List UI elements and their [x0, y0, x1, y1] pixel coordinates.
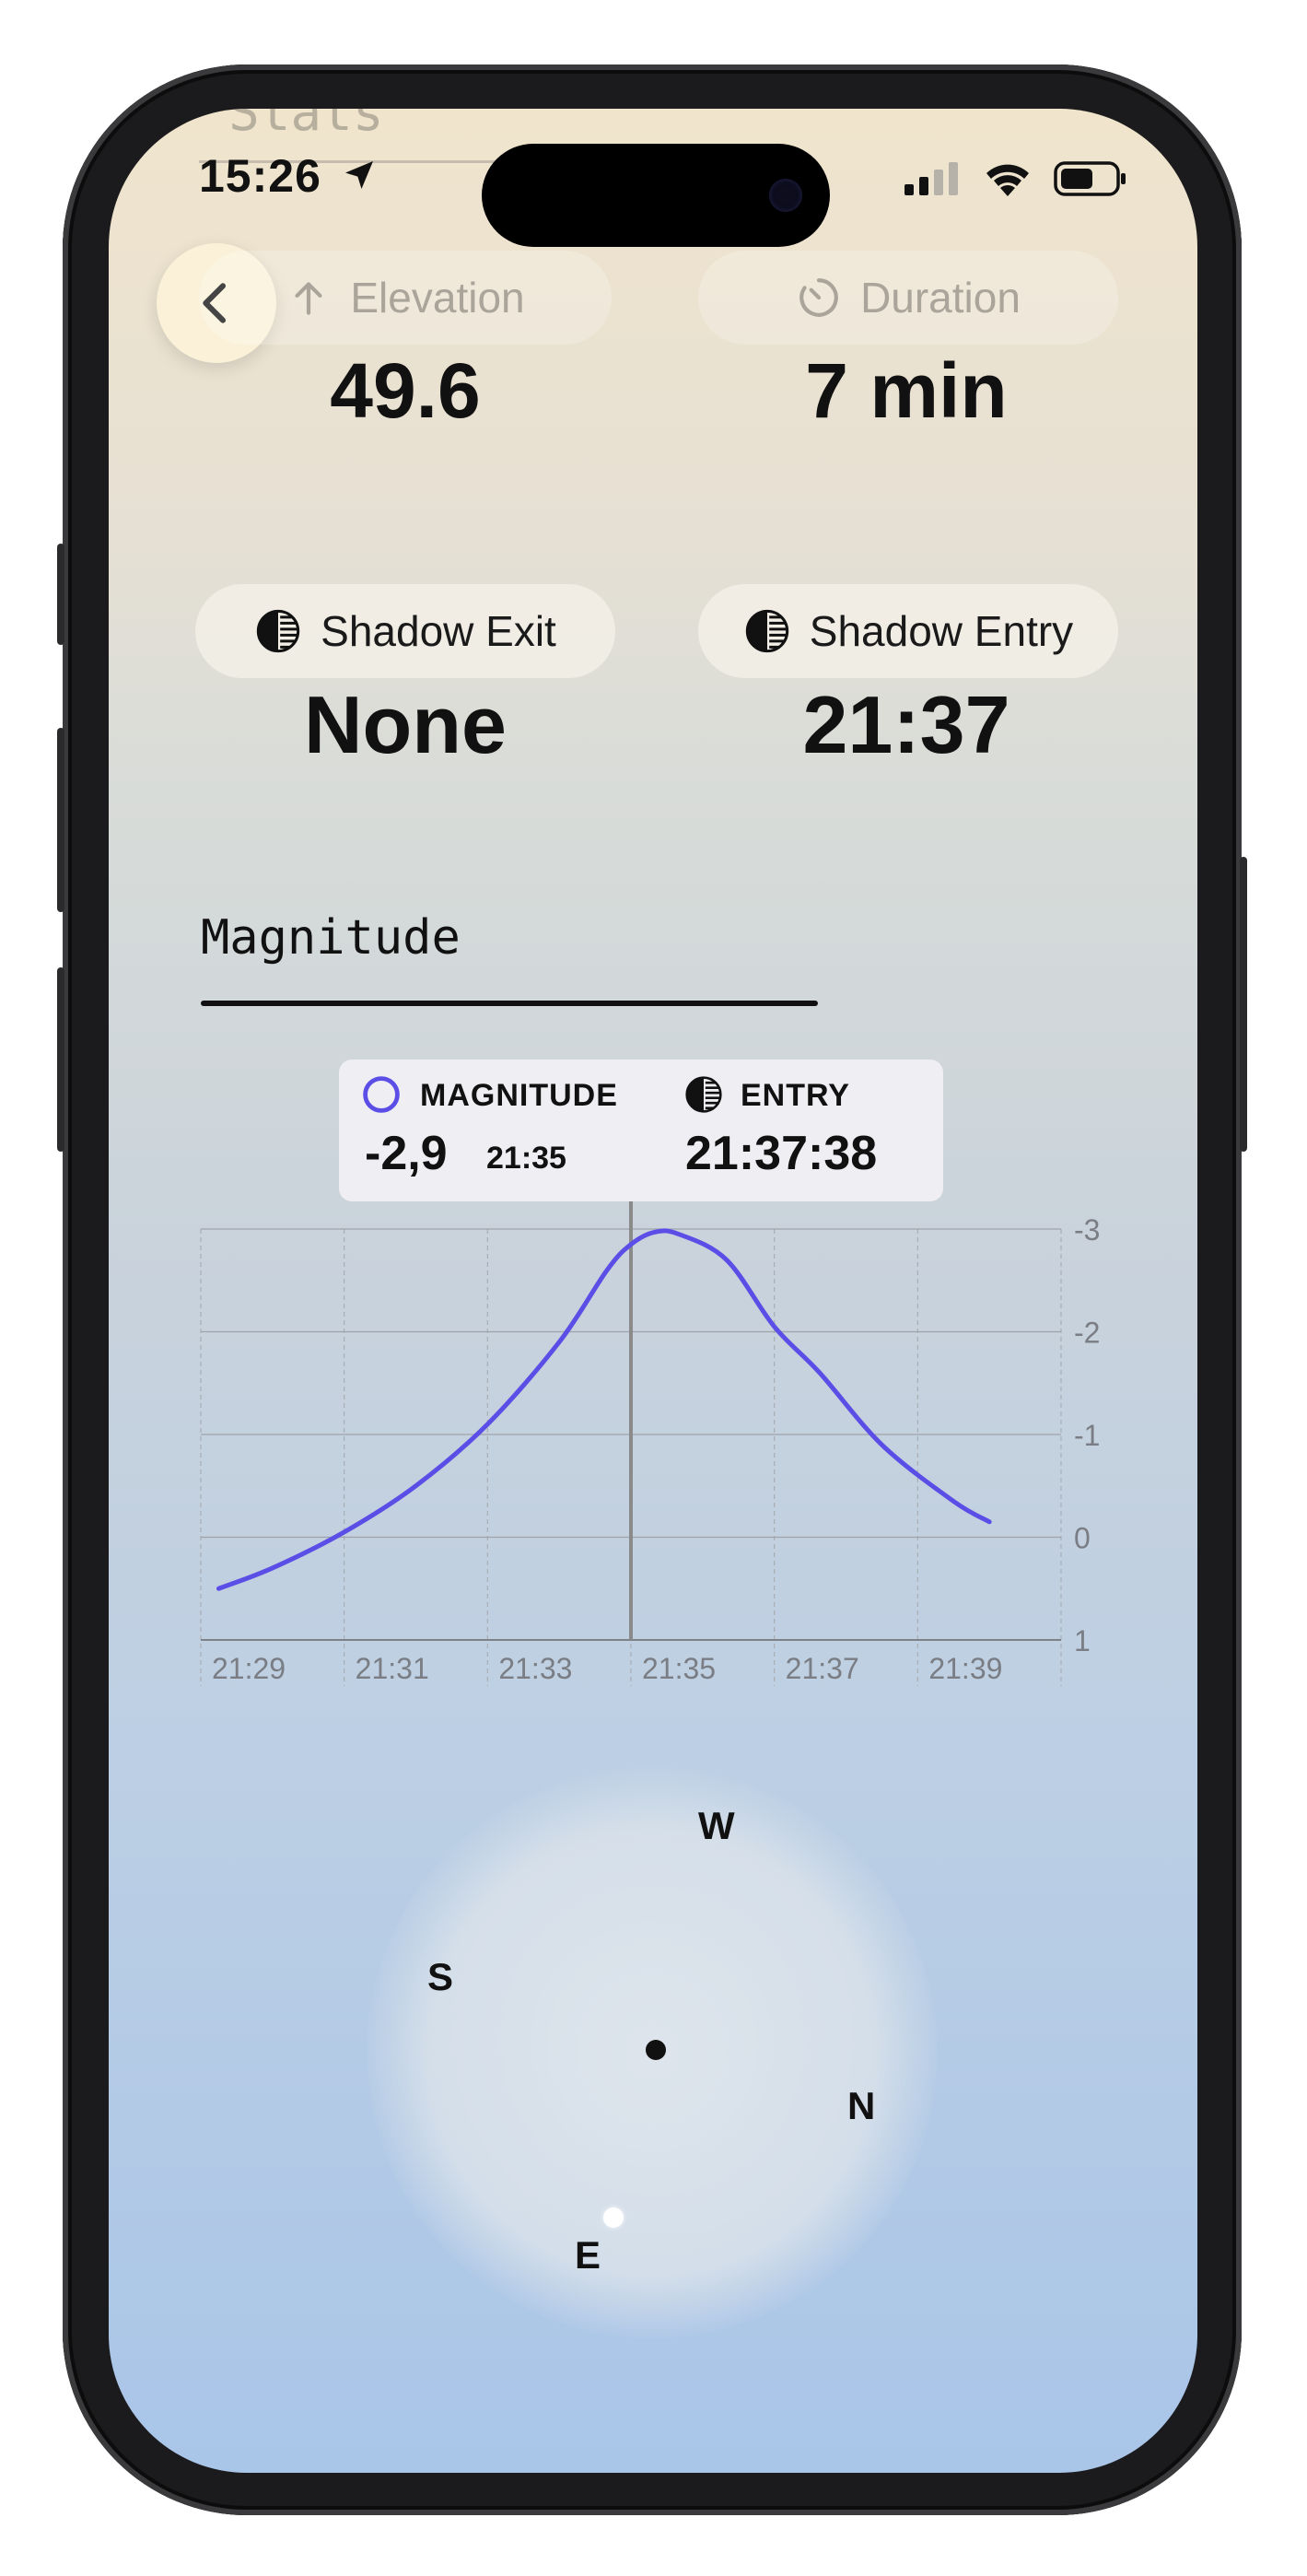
y-tick-label: 0 [1074, 1522, 1091, 1555]
x-tick-label: 21:39 [928, 1652, 1002, 1685]
x-tick-label: 21:35 [642, 1652, 716, 1685]
x-tick-label: 21:33 [498, 1652, 572, 1685]
app-screen: Stats 15:26 Elevation 49.6 Duration 7 mi… [109, 109, 1197, 2473]
y-tick-label: -1 [1074, 1419, 1100, 1452]
side-button [57, 728, 64, 912]
x-tick-label: 21:31 [356, 1652, 429, 1685]
side-button [1240, 857, 1247, 1152]
x-tick-label: 21:37 [786, 1652, 859, 1685]
compass-south-label: S [427, 1955, 454, 1998]
magnitude-chart[interactable]: -3 -2 -1 0 1 21:29 21:31 21:33 21:35 21:37 21:39 [109, 109, 1197, 1730]
y-tick-label: -3 [1074, 1213, 1100, 1247]
compass-west-label: W [698, 1804, 735, 1847]
side-button [57, 967, 64, 1152]
side-button [57, 544, 64, 645]
compass-east-label: E [575, 2233, 601, 2277]
y-tick-label: -2 [1074, 1317, 1100, 1350]
magnitude-series-line [216, 1228, 992, 1591]
satellite-position-dot [603, 2207, 624, 2228]
x-tick-label: 21:29 [212, 1652, 286, 1685]
compass-north-label: N [847, 2084, 876, 2127]
y-tick-label: 1 [1074, 1624, 1091, 1657]
compass-center-dot [646, 2040, 666, 2060]
